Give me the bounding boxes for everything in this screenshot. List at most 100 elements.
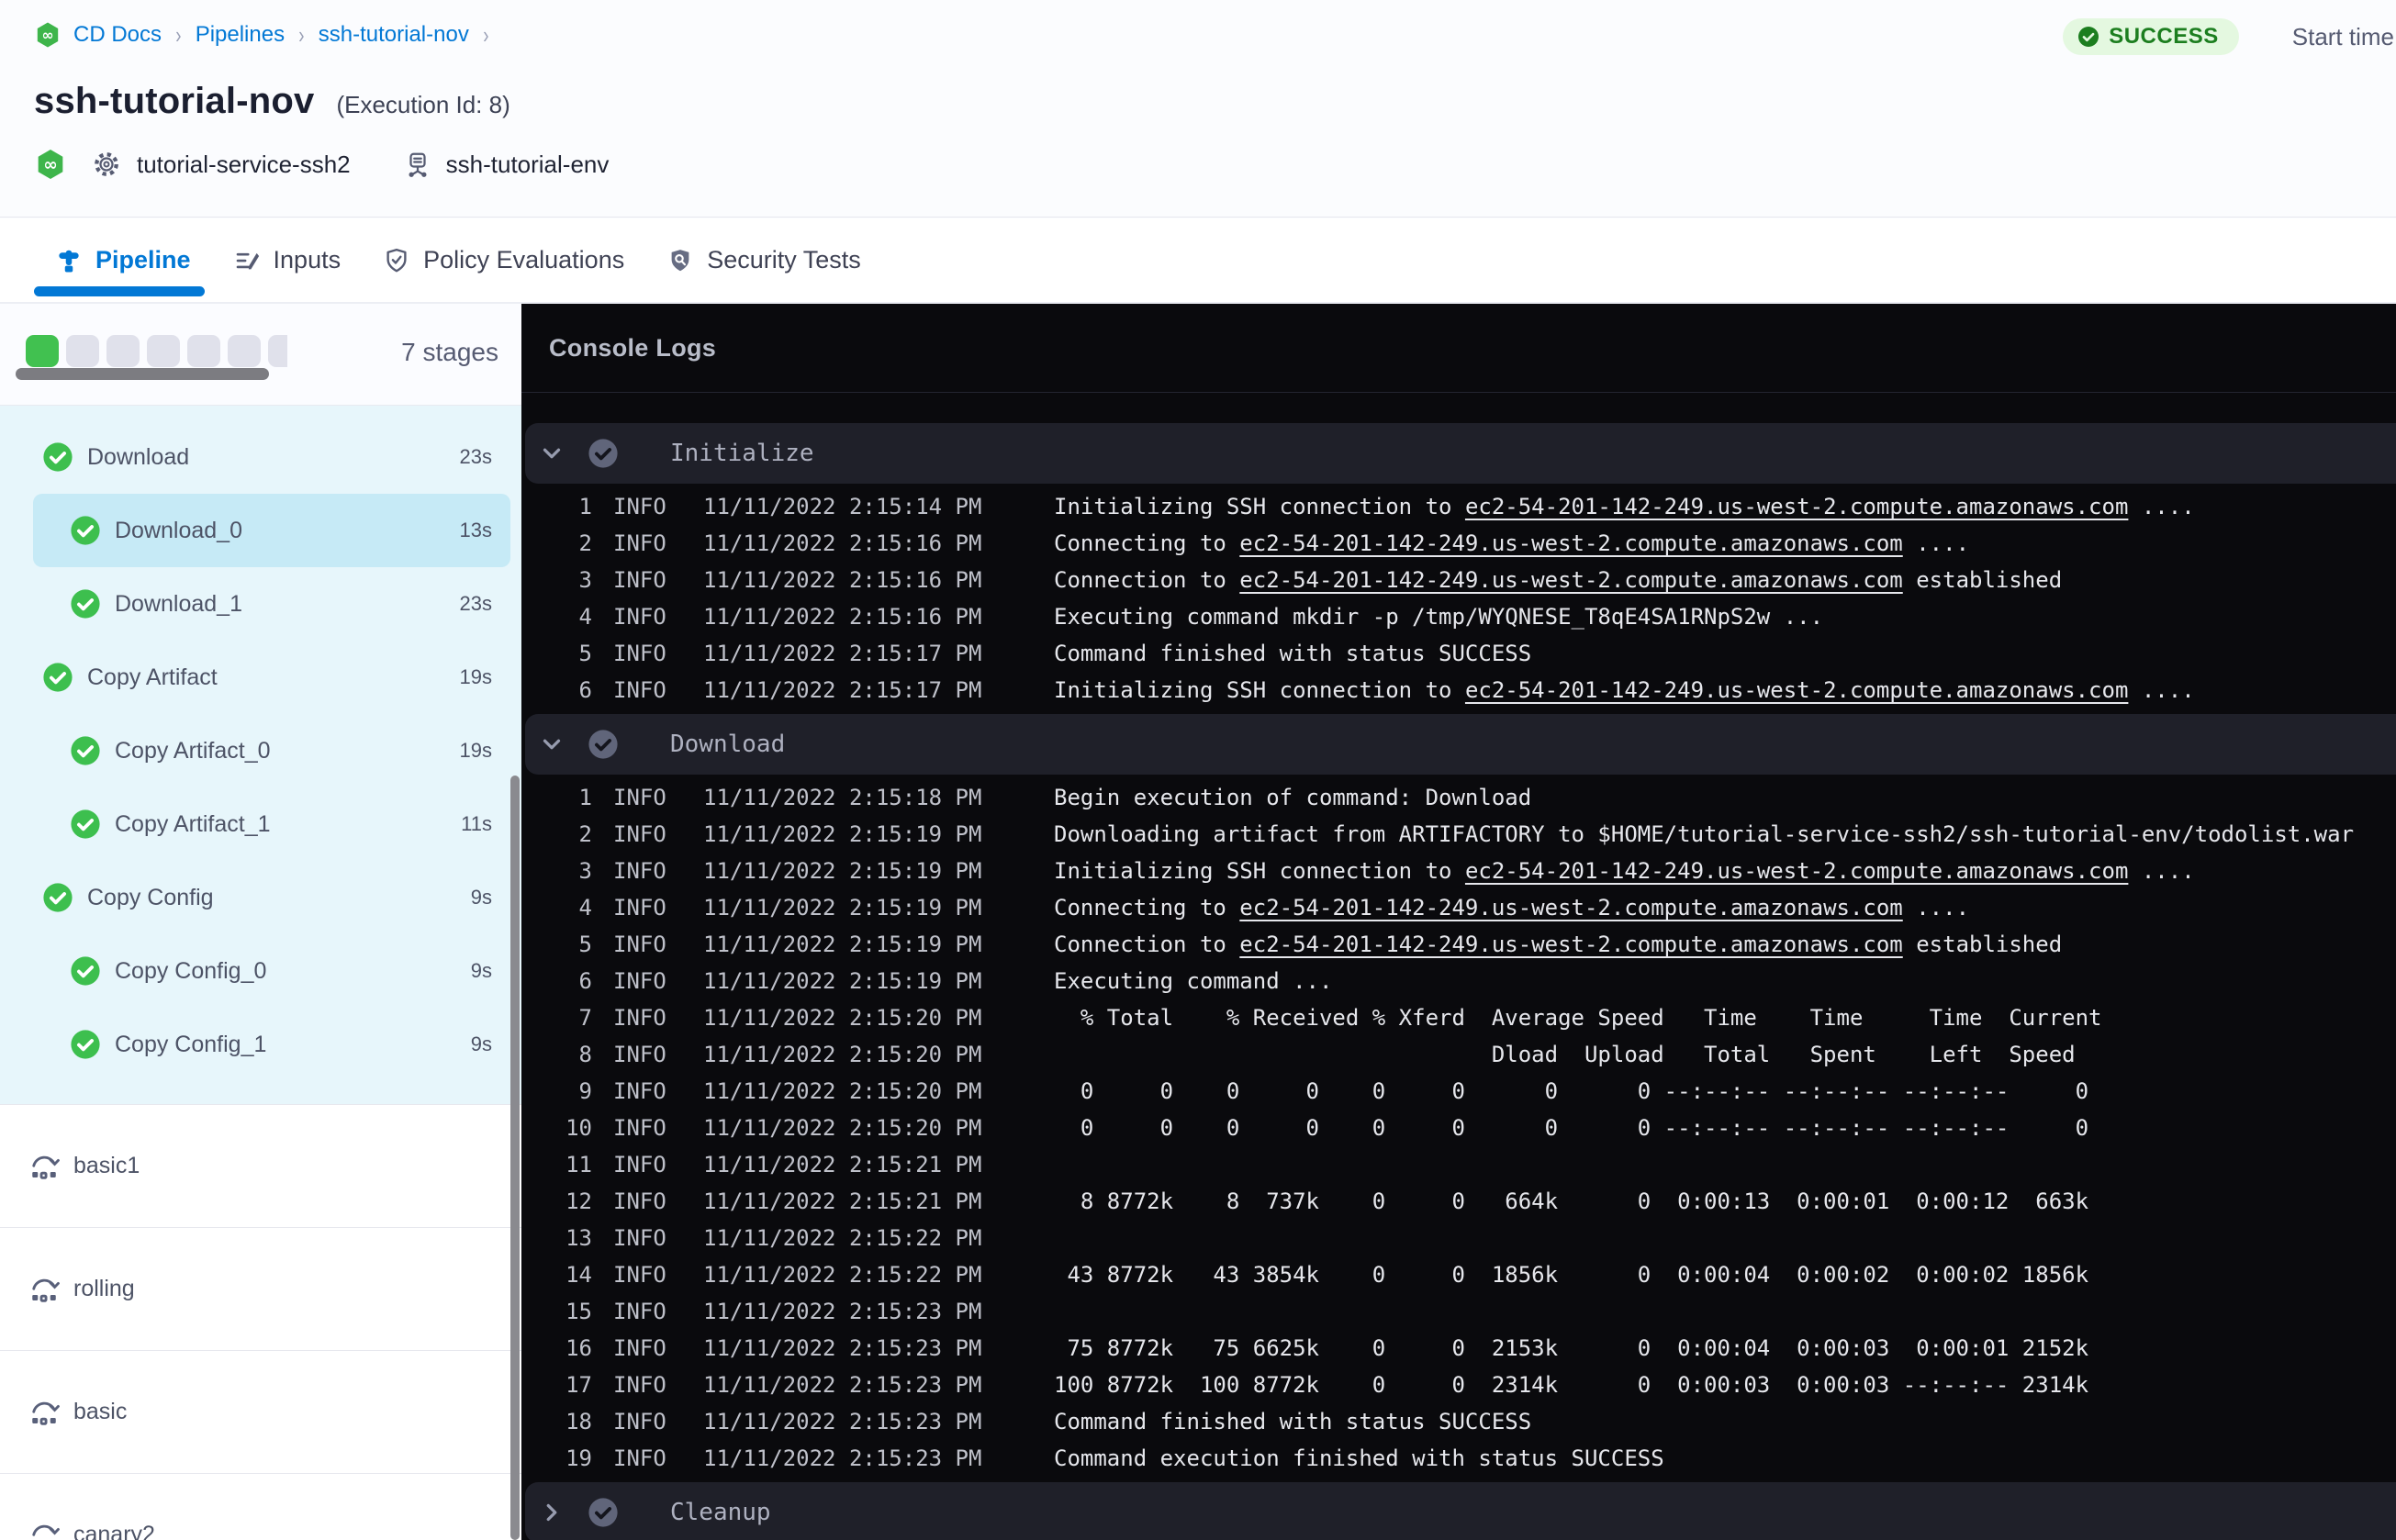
log-text: Connection to: [1054, 567, 1240, 593]
status-badge: SUCCESS: [2063, 18, 2239, 55]
log-line-number: 7: [578, 1005, 592, 1031]
stage-row[interactable]: Download 23s: [0, 420, 521, 494]
stage-duration: 9s: [470, 886, 492, 909]
breadcrumb-link[interactable]: Pipelines: [196, 22, 285, 48]
breadcrumb-separator-icon: ›: [298, 21, 305, 49]
log-line-number: 16: [565, 1335, 592, 1361]
stage-label: Copy Config: [87, 884, 214, 910]
host-link[interactable]: ec2-54-201-142-249.us-west-2.compute.ama…: [1465, 858, 2128, 884]
rollback-icon: [28, 1396, 61, 1429]
log-message: Command finished with status SUCCESS: [1054, 1409, 1531, 1434]
stage-minimap[interactable]: [26, 335, 287, 367]
service-name[interactable]: tutorial-service-ssh2: [137, 151, 351, 179]
log-timestamp: 11/11/2022 2:15:16 PM: [703, 530, 982, 556]
log-timestamp: 11/11/2022 2:15:19 PM: [703, 932, 982, 957]
log-text: ....: [1902, 895, 1970, 921]
host-link[interactable]: ec2-54-201-142-249.us-west-2.compute.ama…: [1465, 494, 2128, 519]
log-timestamp: 11/11/2022 2:15:19 PM: [703, 858, 982, 884]
log-timestamp: 11/11/2022 2:15:17 PM: [703, 677, 982, 703]
log-line-number: 2: [578, 821, 592, 847]
tab-policy-evaluations[interactable]: Policy Evaluations: [383, 219, 624, 302]
breadcrumb-link[interactable]: ssh-tutorial-nov: [319, 22, 469, 48]
log-line: 12 INFO 11/11/2022 2:15:21 PM 8 8772k 8 73…: [521, 1183, 2396, 1220]
log-line: 3 INFO 11/11/2022 2:15:19 PM Initializing S…: [521, 853, 2396, 889]
stage-success-icon: [42, 662, 73, 693]
stage-label: Copy Config_1: [115, 1031, 267, 1057]
console-section-header[interactable]: Initialize: [525, 423, 2396, 484]
log-text: Initializing SSH connection to: [1054, 494, 1465, 519]
host-link[interactable]: ec2-54-201-142-249.us-west-2.compute.ama…: [1239, 567, 1902, 593]
log-line: 19 INFO 11/11/2022 2:15:23 PM Command execu…: [521, 1440, 2396, 1477]
stage-row[interactable]: Download_1 23s: [0, 567, 521, 641]
security-icon: [666, 247, 694, 274]
inputs-icon: [233, 247, 261, 274]
pipeline-list-item[interactable]: basic: [0, 1350, 521, 1473]
log-line: 6 INFO 11/11/2022 2:15:17 PM Initializing S…: [521, 672, 2396, 709]
stage-row[interactable]: Copy Config_1 9s: [0, 1008, 521, 1081]
pipeline-list-item[interactable]: canary2: [0, 1473, 521, 1540]
pipeline-list-item[interactable]: basic1: [0, 1104, 521, 1227]
log-message: 0 0 0 0 0 0 0 0 --:--:-- --:--:-- --:--:…: [1054, 1078, 2088, 1104]
log-message: % Total % Received % Xferd Average Speed…: [1054, 1005, 2102, 1031]
chevron-down-icon[interactable]: [538, 440, 565, 467]
minimap-stage-square: [26, 335, 59, 367]
log-level: INFO: [613, 932, 666, 957]
log-text: ....: [2128, 494, 2195, 519]
log-line-number: 8: [578, 1042, 592, 1067]
minimap-scrollbar[interactable]: [16, 368, 269, 380]
console-section-header[interactable]: Cleanup: [525, 1482, 2396, 1540]
host-link[interactable]: ec2-54-201-142-249.us-west-2.compute.ama…: [1239, 932, 1902, 957]
log-timestamp: 11/11/2022 2:15:19 PM: [703, 895, 982, 921]
log-line: 2 INFO 11/11/2022 2:15:16 PM Connecting to …: [521, 525, 2396, 562]
pipeline-list-item[interactable]: rolling: [0, 1227, 521, 1350]
tab-security-tests[interactable]: Security Tests: [666, 219, 861, 302]
step-success-icon: [588, 438, 619, 469]
log-text: Executing command mkdir -p /tmp/WYQNESE_…: [1054, 604, 1824, 630]
rollback-icon: [28, 1273, 61, 1306]
log-level: INFO: [613, 641, 666, 666]
log-level: INFO: [613, 1262, 666, 1288]
log-message: Connection to ec2-54-201-142-249.us-west…: [1054, 567, 2062, 593]
chevron-down-icon[interactable]: [538, 731, 565, 758]
stage-row[interactable]: Copy Config 9s: [0, 861, 521, 934]
pipeline-item-label: rolling: [73, 1276, 135, 1301]
tab-inputs[interactable]: Inputs: [233, 219, 341, 302]
log-text: Command finished with status SUCCESS: [1054, 641, 1532, 666]
log-timestamp: 11/11/2022 2:15:20 PM: [703, 1005, 982, 1031]
stage-row[interactable]: Copy Artifact 19s: [0, 641, 521, 714]
stage-label: Copy Artifact: [87, 664, 218, 690]
stage-row[interactable]: Copy Config_0 9s: [0, 934, 521, 1008]
stage-row[interactable]: Download_0 13s: [33, 494, 510, 567]
sidebar-scrollbar[interactable]: [510, 776, 520, 1540]
log-message: Initializing SSH connection to ec2-54-20…: [1054, 494, 2195, 519]
minimap-stage-square: [66, 335, 99, 367]
chevron-right-icon[interactable]: [538, 1499, 565, 1526]
main-content: 7 stages Download 23s Download_0 13s Downloa…: [0, 304, 2396, 1540]
log-message: 75 8772k 75 6625k 0 0 2153k 0 0:00:04 0:…: [1054, 1335, 2088, 1361]
environment-name[interactable]: ssh-tutorial-env: [446, 151, 610, 179]
log-text: 100 8772k 100 8772k 0 0 2314k 0 0:00:03 …: [1054, 1372, 2089, 1398]
breadcrumb-separator-icon: ›: [483, 21, 489, 49]
tab-pipeline[interactable]: Pipeline: [34, 219, 205, 302]
host-link[interactable]: ec2-54-201-142-249.us-west-2.compute.ama…: [1239, 895, 1902, 921]
host-link[interactable]: ec2-54-201-142-249.us-west-2.compute.ama…: [1465, 677, 2128, 703]
log-text: ....: [2128, 677, 2195, 703]
stage-row[interactable]: Copy Artifact_1 11s: [0, 787, 521, 861]
log-level: INFO: [613, 677, 666, 703]
log-line-number: 6: [578, 677, 592, 703]
log-level: INFO: [613, 1299, 666, 1324]
stage-row[interactable]: Copy Artifact_0 19s: [0, 714, 521, 787]
log-message: 0 0 0 0 0 0 0 0 --:--:-- --:--:-- --:--:…: [1054, 1115, 2088, 1141]
stage-label: Copy Artifact_0: [115, 737, 271, 764]
log-message: 100 8772k 100 8772k 0 0 2314k 0 0:00:03 …: [1054, 1372, 2088, 1398]
breadcrumb-link[interactable]: CD Docs: [73, 22, 162, 48]
log-timestamp: 11/11/2022 2:15:22 PM: [703, 1262, 982, 1288]
title-row: ssh-tutorial-nov (Execution Id: 8): [34, 81, 510, 122]
log-level: INFO: [613, 567, 666, 593]
log-timestamp: 11/11/2022 2:15:20 PM: [703, 1115, 982, 1141]
log-text: Initializing SSH connection to: [1054, 677, 1465, 703]
host-link[interactable]: ec2-54-201-142-249.us-west-2.compute.ama…: [1239, 530, 1902, 556]
service-environment-row: ∞ tutorial-service-ssh2 ssh-tutorial-env: [36, 149, 609, 180]
console-section-header[interactable]: Download: [525, 714, 2396, 775]
log-level: INFO: [613, 1042, 666, 1067]
